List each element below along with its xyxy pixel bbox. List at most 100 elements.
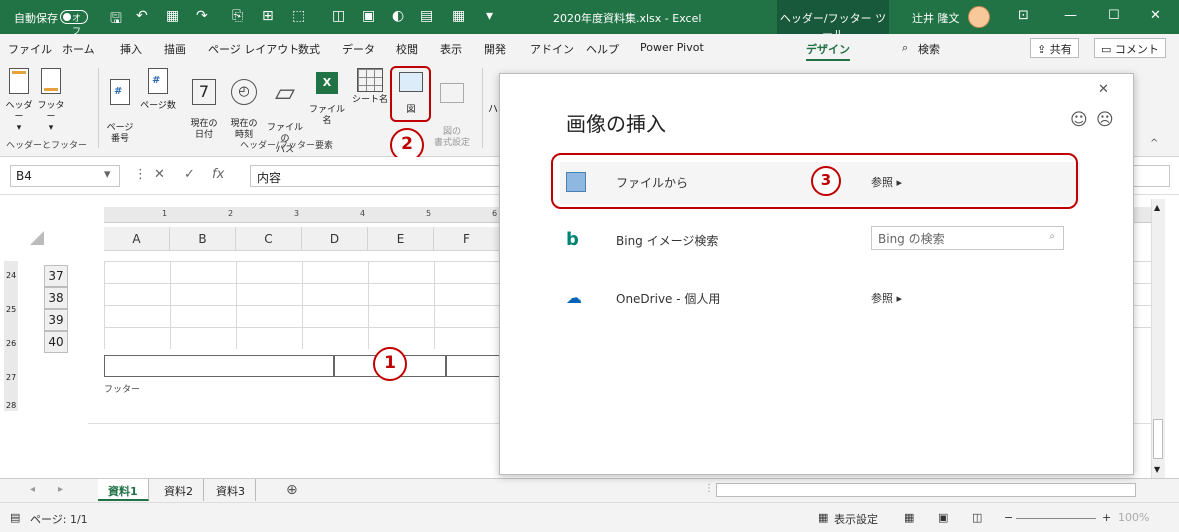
menu-draw[interactable]: 描画: [164, 41, 186, 57]
menu-addins[interactable]: アドイン: [530, 41, 574, 57]
fill-icon[interactable]: ⬚: [292, 8, 305, 24]
footer-button[interactable]: フッター ▾: [36, 68, 66, 134]
avatar[interactable]: [968, 6, 990, 28]
close-icon[interactable]: ✕: [1150, 8, 1161, 23]
customize-toolbar-icon[interactable]: ▾: [486, 8, 493, 24]
onedrive-option[interactable]: ☁ OneDrive - 個人用 参照 ▸: [560, 278, 1080, 320]
column-header-e[interactable]: E: [368, 227, 434, 251]
zoom-level[interactable]: 100%: [1118, 511, 1149, 524]
column-header-d[interactable]: D: [302, 227, 368, 251]
sheet-name-button[interactable]: シート名: [350, 68, 390, 106]
collapse-ribbon-icon[interactable]: ^: [1150, 138, 1158, 149]
maximize-icon[interactable]: ☐: [1108, 8, 1120, 23]
sheet-tab-1[interactable]: 資料1: [98, 479, 149, 501]
ribbon-display-icon[interactable]: ⊡: [1018, 8, 1029, 23]
display-settings-icon[interactable]: ▦: [818, 511, 828, 524]
footer-right-section[interactable]: [446, 355, 500, 377]
file-path-button[interactable]: ▱ ファイルの パス: [264, 68, 306, 167]
row-header-37[interactable]: 37: [44, 265, 68, 287]
row-header-38[interactable]: 38: [44, 287, 68, 309]
redo-icon[interactable]: ↷: [196, 8, 208, 24]
borders-icon[interactable]: ▦: [166, 8, 179, 24]
format-picture-label: 図の 書式設定: [433, 127, 470, 148]
table-icon[interactable]: ▤: [420, 8, 433, 24]
sheet-tab-bar: ◂ ▸ 資料1 資料2 資料3 ⊕ ⋮: [0, 478, 1179, 502]
onedrive-icon: ☁: [566, 288, 582, 307]
status-bar: ▤ ページ: 1/1 ▦ 表示設定 ▦ ▣ ◫ − + 100%: [0, 502, 1179, 532]
screenshot-icon[interactable]: ▣: [362, 8, 375, 24]
save-icon[interactable]: 🖫: [110, 8, 122, 32]
search-icon[interactable]: ⌕: [1049, 231, 1055, 242]
scroll-thumb[interactable]: [1153, 419, 1163, 459]
menu-review[interactable]: 校閲: [396, 41, 418, 57]
select-all-icon[interactable]: [30, 231, 44, 245]
vertical-scrollbar[interactable]: ▲ ▼: [1151, 199, 1165, 479]
sheet-tab-2[interactable]: 資料2: [154, 479, 204, 501]
scroll-down-icon[interactable]: ▼: [1154, 465, 1160, 474]
namebox-dropdown-icon[interactable]: ▾: [104, 167, 111, 182]
tab-splitter-icon[interactable]: ⋮: [704, 483, 714, 494]
share-button[interactable]: ⇪ 共有: [1030, 38, 1079, 58]
bing-search-input[interactable]: Bing の検索 ⌕: [871, 226, 1064, 250]
menu-power-pivot[interactable]: Power Pivot: [640, 41, 704, 54]
menu-file[interactable]: ファイル: [8, 41, 52, 57]
display-settings-label[interactable]: 表示設定: [834, 511, 878, 527]
menu-developer[interactable]: 開発: [484, 41, 506, 57]
horizontal-scrollbar[interactable]: [716, 483, 1136, 497]
column-header-b[interactable]: B: [170, 227, 236, 251]
add-sheet-icon[interactable]: ⊕: [286, 482, 298, 498]
merge-icon[interactable]: ⊞: [262, 8, 274, 24]
menu-help[interactable]: ヘルプ: [586, 41, 619, 57]
comment-button[interactable]: ▭ コメント: [1094, 38, 1166, 58]
page-layout-view-icon[interactable]: ▣: [938, 511, 948, 524]
dialog-close-icon[interactable]: ✕: [1098, 82, 1109, 97]
current-date-button[interactable]: 7 現在の 日付: [186, 68, 222, 152]
page-count-button[interactable]: # ページ数: [138, 68, 178, 112]
zoom-out-icon[interactable]: −: [1004, 511, 1013, 524]
scroll-up-icon[interactable]: ▲: [1154, 203, 1160, 212]
column-header-a[interactable]: A: [104, 227, 170, 251]
page-number-button[interactable]: # ページ 番号: [104, 68, 136, 156]
insert-function-icon[interactable]: fx: [212, 167, 224, 182]
grid-icon[interactable]: ▦: [452, 8, 465, 24]
user-name[interactable]: 辻井 隆文: [912, 10, 960, 26]
camera-icon[interactable]: ◫: [332, 8, 345, 24]
prev-sheet-icon[interactable]: ◂: [30, 484, 35, 495]
smile-feedback-icon[interactable]: ☺: [1070, 110, 1088, 130]
row-header-39[interactable]: 39: [44, 309, 68, 331]
menu-home[interactable]: ホーム: [62, 41, 95, 57]
format-picture-button[interactable]: 図の 書式設定: [432, 68, 472, 160]
format-painter-icon[interactable]: ⎘: [232, 8, 243, 24]
ruler-number: 2: [228, 209, 234, 218]
normal-view-icon[interactable]: ▦: [904, 511, 914, 524]
search-icon[interactable]: ⌕: [902, 41, 908, 55]
page-break-view-icon[interactable]: ◫: [972, 511, 982, 524]
column-header-f[interactable]: F: [434, 227, 500, 251]
undo-icon[interactable]: ↶: [136, 8, 148, 24]
menu-data[interactable]: データ: [342, 41, 375, 57]
minimize-icon[interactable]: —: [1064, 8, 1077, 23]
column-header-c[interactable]: C: [236, 227, 302, 251]
bing-search-option[interactable]: b Bing イメージ検索 Bing の検索 ⌕: [560, 220, 1080, 262]
zoom-slider[interactable]: [1016, 518, 1096, 519]
menu-insert[interactable]: 挿入: [120, 41, 142, 57]
file-name-button[interactable]: X ファイル名: [306, 68, 348, 127]
zoom-in-icon[interactable]: +: [1102, 511, 1111, 524]
browse-onedrive-link[interactable]: 参照 ▸: [871, 290, 902, 306]
menu-formulas[interactable]: 数式: [298, 41, 320, 57]
ruler-number: 6: [492, 209, 498, 218]
menu-design[interactable]: デザイン: [806, 41, 850, 61]
enter-icon[interactable]: ✓: [184, 167, 195, 182]
menu-page-layout[interactable]: ページ レイアウト: [208, 41, 299, 57]
next-sheet-icon[interactable]: ▸: [58, 484, 63, 495]
sheet-tab-3[interactable]: 資料3: [206, 479, 256, 501]
frown-feedback-icon[interactable]: ☹: [1096, 110, 1114, 130]
row-header-40[interactable]: 40: [44, 331, 68, 353]
footer-left-section[interactable]: [104, 355, 334, 377]
cancel-icon[interactable]: ✕: [154, 167, 165, 182]
autosave-toggle[interactable]: オフ: [60, 10, 88, 37]
header-button[interactable]: ヘッダー ▾: [4, 68, 34, 134]
paint-icon[interactable]: ◐: [392, 8, 404, 24]
menu-view[interactable]: 表示: [440, 41, 462, 57]
search-box[interactable]: 検索: [918, 41, 940, 57]
